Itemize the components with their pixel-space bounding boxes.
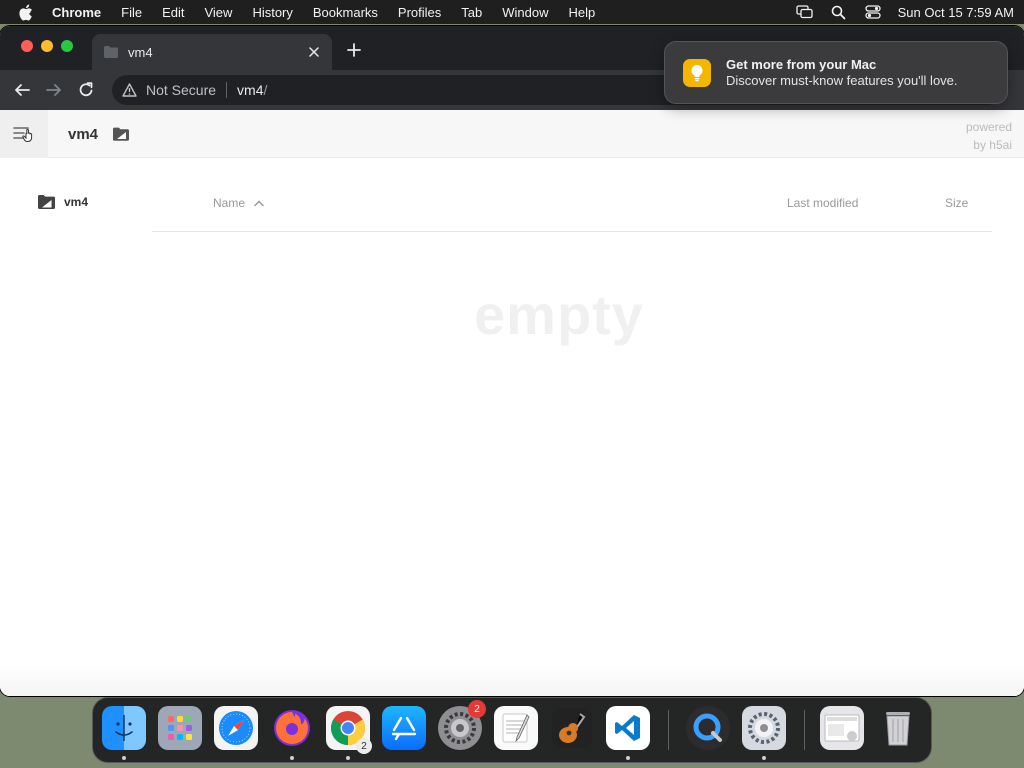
- dock-running-dot: [122, 756, 126, 760]
- dock-launchpad-icon[interactable]: [158, 706, 202, 750]
- apple-icon[interactable]: [18, 3, 36, 21]
- tips-notification[interactable]: Get more from your Mac Discover must-kno…: [664, 41, 1008, 104]
- breadcrumb-title[interactable]: vm4: [68, 126, 98, 143]
- url-path: /: [263, 82, 268, 98]
- reload-icon[interactable]: [74, 78, 98, 102]
- browser-window: vm4 Not Secure vm4 / vm4 powered by h5ai…: [0, 26, 1024, 696]
- menu-view[interactable]: View: [204, 5, 232, 20]
- menu-history[interactable]: History: [252, 5, 292, 20]
- dock-trash-icon[interactable]: [876, 706, 920, 750]
- column-name-label: Name: [213, 196, 246, 210]
- dock-garageband-icon[interactable]: [550, 706, 594, 750]
- menu-app-chrome[interactable]: Chrome: [52, 5, 101, 20]
- dock-chrome-icon[interactable]: 2: [326, 706, 372, 754]
- menu-help[interactable]: Help: [569, 5, 596, 20]
- notification-title: Get more from your Mac: [726, 56, 877, 72]
- dock-vscode-icon[interactable]: [606, 706, 650, 750]
- dock-divider: [804, 710, 805, 750]
- menu-tab[interactable]: Tab: [461, 5, 482, 20]
- page-bottom-fade: [0, 666, 1024, 696]
- sidebar-toggle-button[interactable]: [0, 110, 48, 158]
- powered-by-h5ai[interactable]: powered by h5ai: [966, 118, 1012, 154]
- dock-safari-icon[interactable]: [214, 706, 258, 750]
- menu-file[interactable]: File: [121, 5, 142, 20]
- h5ai-topbar: vm4 powered by h5ai: [0, 110, 1024, 158]
- url-host: vm4: [237, 82, 264, 98]
- menu-edit[interactable]: Edit: [162, 5, 184, 20]
- dock-textedit-icon[interactable]: [494, 706, 538, 750]
- minimize-window-button[interactable]: [41, 40, 53, 52]
- zoom-window-button[interactable]: [61, 40, 73, 52]
- folder-icon[interactable]: [112, 126, 130, 142]
- close-window-button[interactable]: [21, 40, 33, 52]
- tree-root-label: vm4: [64, 195, 89, 209]
- forward-arrow-icon[interactable]: [42, 78, 66, 102]
- dock-running-dot: [626, 756, 630, 760]
- tree-root-item[interactable]: vm4: [38, 195, 88, 209]
- folder-favicon-icon: [104, 46, 118, 58]
- dock-divider: [668, 710, 669, 750]
- warning-triangle-icon[interactable]: [122, 82, 138, 98]
- column-header-last-modified[interactable]: Last modified: [787, 196, 858, 210]
- menu-window[interactable]: Window: [502, 5, 548, 20]
- dock-quicktime-icon[interactable]: [686, 706, 730, 750]
- control-center-icon[interactable]: [864, 4, 882, 20]
- column-header-size[interactable]: Size: [945, 196, 968, 210]
- lightbulb-icon: [683, 58, 711, 87]
- menu-bar: Chrome File Edit View History Bookmarks …: [0, 0, 1024, 24]
- column-header-name[interactable]: Name: [213, 196, 265, 210]
- dock-running-dot: [290, 756, 294, 760]
- screen-mirroring-icon[interactable]: [795, 4, 814, 20]
- empty-placeholder: empty: [474, 283, 644, 346]
- dock-downloads-stack-icon[interactable]: [820, 706, 864, 750]
- dock-running-dot: [762, 756, 766, 760]
- spotlight-search-icon[interactable]: [830, 4, 848, 20]
- tab-title: vm4: [128, 44, 153, 60]
- notification-count-badge: 2: [468, 700, 486, 718]
- dock-app-store-icon[interactable]: [382, 706, 426, 750]
- dock-finder-icon[interactable]: [102, 706, 146, 750]
- tab-close-icon[interactable]: [306, 44, 322, 60]
- address-separator: [226, 82, 228, 98]
- notification-body: Discover must-know features you'll love.: [726, 72, 958, 88]
- dock-system-settings-icon[interactable]: [742, 706, 786, 750]
- sort-ascending-icon: [254, 200, 264, 207]
- page-content: vm4 powered by h5ai vm4 Name Last modifi…: [0, 110, 1024, 696]
- back-arrow-icon[interactable]: [10, 78, 34, 102]
- tab-vm4[interactable]: vm4: [92, 34, 332, 70]
- menu-profiles[interactable]: Profiles: [398, 5, 441, 20]
- header-divider: [152, 231, 992, 232]
- dock-firefox-icon[interactable]: [270, 706, 314, 750]
- folder-icon: [38, 195, 55, 209]
- dock: 2 2: [92, 697, 932, 763]
- new-tab-plus-icon[interactable]: [344, 40, 364, 60]
- dock-system-preferences-icon[interactable]: 2: [438, 700, 486, 750]
- chrome-window-count-badge: 2: [356, 738, 372, 754]
- menu-bookmarks[interactable]: Bookmarks: [313, 5, 378, 20]
- powered-line-2: by h5ai: [973, 138, 1012, 152]
- not-secure-label[interactable]: Not Secure: [146, 82, 216, 98]
- dock-running-dot: [346, 756, 350, 760]
- menubar-clock[interactable]: Sun Oct 15 7:59 AM: [898, 5, 1014, 20]
- powered-line-1: powered: [965, 120, 1012, 134]
